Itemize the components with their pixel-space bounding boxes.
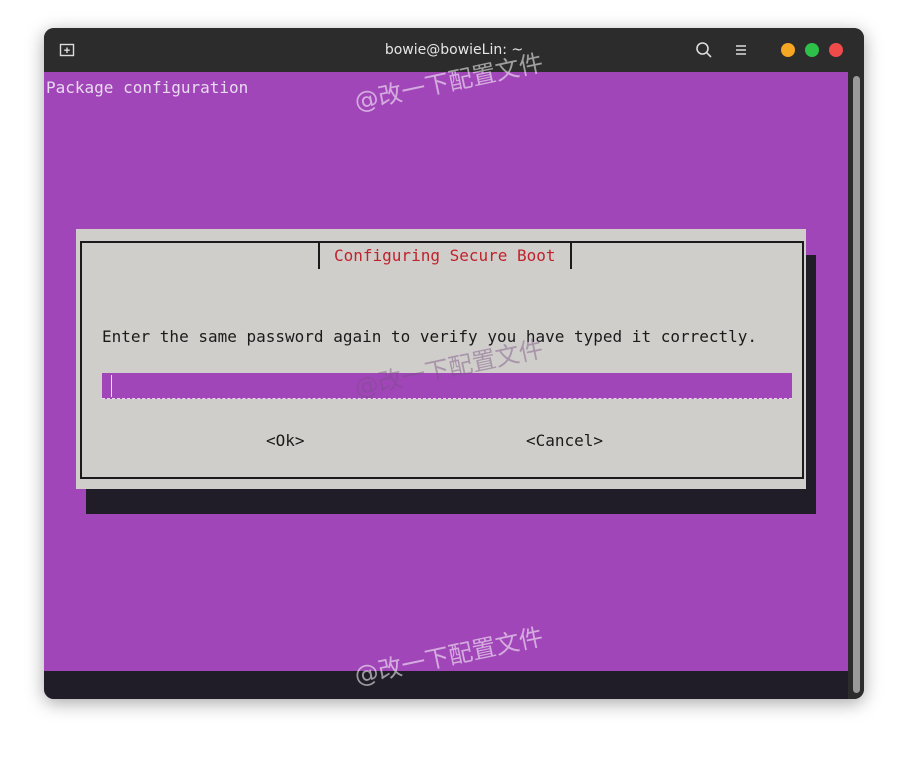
package-configuration-header: Package configuration	[46, 78, 249, 97]
minimize-button[interactable]	[781, 43, 795, 57]
dialog-prompt: Enter the same password again to verify …	[102, 327, 758, 346]
scrollbar[interactable]	[848, 72, 864, 699]
terminal-window: bowie@bowieLin: ~ Package configuration …	[44, 28, 864, 699]
password-input[interactable]	[102, 373, 792, 399]
terminal-area[interactable]: Package configuration Configuring Secure…	[44, 72, 848, 699]
secure-boot-dialog: Configuring Secure Boot Enter the same p…	[76, 229, 806, 489]
new-tab-icon[interactable]	[58, 41, 76, 59]
scrollbar-thumb[interactable]	[853, 76, 860, 693]
close-button[interactable]	[829, 43, 843, 57]
title-bar: bowie@bowieLin: ~	[44, 28, 864, 72]
cancel-button[interactable]: <Cancel>	[526, 431, 603, 450]
search-icon[interactable]	[694, 40, 714, 60]
maximize-button[interactable]	[805, 43, 819, 57]
hamburger-menu-icon[interactable]	[731, 40, 751, 60]
terminal-bottom-strip	[44, 671, 848, 699]
dialog-frame: Configuring Secure Boot Enter the same p…	[80, 241, 804, 479]
ok-button[interactable]: <Ok>	[266, 431, 305, 450]
text-cursor	[111, 375, 112, 397]
dialog-title: Configuring Secure Boot	[318, 243, 572, 269]
